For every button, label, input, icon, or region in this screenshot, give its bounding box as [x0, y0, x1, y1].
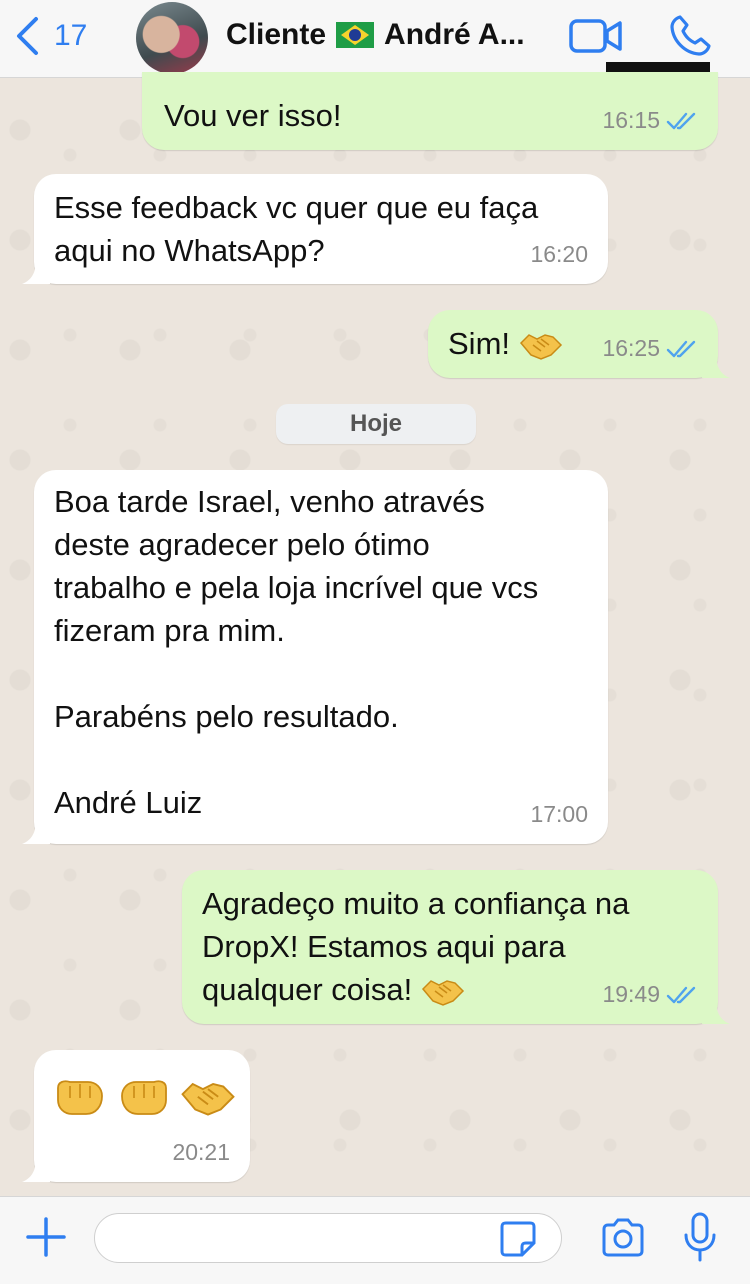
unread-count: 17: [54, 19, 88, 52]
left-fist-emoji-icon: [57, 1080, 103, 1115]
message-text: Esse feedback vc quer que eu faça aqui n…: [54, 190, 539, 268]
handshake-emoji-icon: [421, 979, 464, 1006]
chevron-left-icon: [17, 17, 38, 55]
chat-title-prefix: Cliente: [226, 18, 327, 51]
message-time: 19:49: [602, 981, 660, 1007]
bubble-tail: [22, 820, 50, 844]
message-incoming[interactable]: Boa tarde Israel, venho através deste ag…: [22, 470, 608, 844]
plus-icon[interactable]: [24, 1215, 68, 1259]
message-incoming[interactable]: 20:21: [22, 1050, 250, 1182]
avatar[interactable]: [136, 2, 208, 74]
handshake-emoji-icon: [181, 1082, 235, 1116]
right-fist-emoji-icon: [121, 1080, 167, 1115]
microphone-icon[interactable]: [682, 1211, 718, 1263]
message-meta: 17:00: [530, 793, 588, 836]
message-time: 20:21: [172, 1139, 230, 1165]
back-button[interactable]: 17: [14, 12, 87, 60]
message-text-content: Sim!: [448, 326, 510, 361]
message-time: 16:20: [530, 241, 588, 267]
bubble-tail: [702, 354, 730, 378]
brazil-flag-icon: [336, 22, 375, 48]
handshake-emoji-icon: [519, 333, 562, 360]
camera-icon[interactable]: [600, 1217, 646, 1259]
message-meta: 20:21: [172, 1131, 230, 1174]
message-meta: 16:20: [530, 233, 588, 276]
read-ticks-icon: [666, 112, 696, 129]
message-time: 16:25: [602, 335, 660, 361]
message-input[interactable]: [94, 1213, 562, 1263]
chat-screen: 17 Cliente André A... Vou ver isso! 16:1…: [0, 0, 750, 1284]
message-meta: 16:15: [602, 99, 698, 142]
bubble-tail: [702, 1000, 730, 1024]
message-time: 16:15: [602, 107, 660, 133]
message-text-content: Agradeço muito a confiança na DropX! Est…: [202, 886, 630, 1007]
message-time: 17:00: [530, 801, 588, 827]
read-ticks-icon: [666, 986, 696, 1003]
message-meta: 19:49: [602, 973, 698, 1016]
message-text: Vou ver isso!: [164, 98, 342, 133]
message-meta: 16:25: [602, 327, 698, 370]
chat-title[interactable]: Cliente André A...: [226, 18, 546, 52]
message-text: Boa tarde Israel, venho através deste ag…: [54, 484, 539, 820]
message-input-bar: [0, 1196, 750, 1284]
phone-call-icon[interactable]: [666, 12, 714, 60]
emoji-row: [52, 1076, 236, 1120]
bubble-tail: [22, 1158, 50, 1182]
sticker-icon[interactable]: [498, 1219, 538, 1259]
message-outgoing[interactable]: Sim! 16:25: [428, 310, 730, 378]
message-outgoing[interactable]: Vou ver isso! 16:15: [142, 72, 718, 150]
message-text: Agradeço muito a confiança na DropX! Est…: [202, 882, 629, 1011]
bubble-tail: [22, 260, 50, 284]
chat-title-name: André A...: [384, 18, 525, 51]
message-outgoing[interactable]: Agradeço muito a confiança na DropX! Est…: [182, 870, 730, 1024]
date-separator: Hoje: [276, 404, 476, 444]
message-text: Sim!: [448, 322, 563, 365]
video-call-icon[interactable]: [568, 16, 624, 56]
message-incoming[interactable]: Esse feedback vc quer que eu faça aqui n…: [22, 174, 608, 284]
read-ticks-icon: [666, 340, 696, 357]
